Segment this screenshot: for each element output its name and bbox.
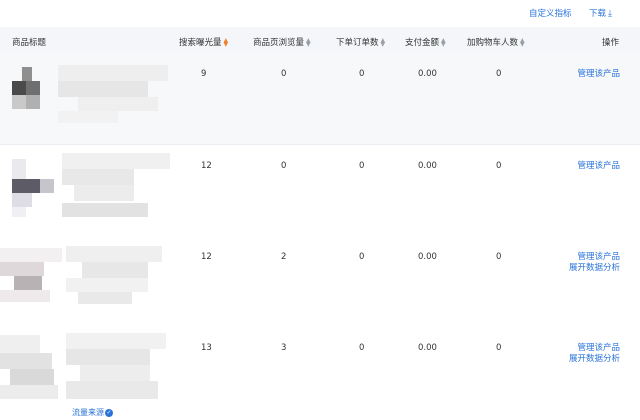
col-order-count[interactable]: 下单订单数 ▲ ▼	[336, 36, 385, 48]
col-label: 加购物车人数	[467, 38, 519, 48]
check-icon: ✓	[105, 408, 113, 417]
page-views-value: 2	[281, 252, 287, 262]
col-add-to-cart-users[interactable]: 加购物车人数 ▲ ▼	[467, 36, 525, 48]
col-label: 搜索曝光量	[179, 38, 222, 48]
payment-amount-value: 0.00	[418, 161, 437, 171]
traffic-source-label: 流量来源	[72, 408, 104, 417]
manage-product-link[interactable]: 管理该产品	[577, 161, 620, 172]
payment-amount-value: 0.00	[418, 252, 437, 262]
sort-icon[interactable]: ▲ ▼	[520, 37, 525, 47]
order-count-value: 0	[359, 69, 365, 79]
row-actions: 管理该产品	[577, 69, 620, 80]
search-exposure-value: 12	[201, 161, 212, 171]
order-count-value: 0	[359, 161, 365, 171]
product-title-blurred[interactable]	[62, 153, 170, 223]
product-title-blurred[interactable]	[66, 333, 166, 403]
search-exposure-value: 9	[201, 69, 207, 79]
payment-amount-value: 0.00	[418, 69, 437, 79]
col-actions: 操作	[602, 38, 620, 48]
expand-data-analysis-link[interactable]: 展开数据分析	[569, 263, 620, 274]
traffic-source-link[interactable]: 流量来源 ✓	[72, 407, 113, 418]
table-row: 9 0 0 0.00 0 管理该产品	[0, 53, 640, 145]
table-row: 12 0 0 0.00 0 管理该产品	[0, 145, 640, 237]
col-product-title: 商品标题	[12, 38, 47, 48]
toolbar: 自定义指标 下载 ⤓	[0, 0, 640, 22]
col-label: 支付金额	[405, 38, 440, 48]
row-actions: 管理该产品 展开数据分析	[569, 343, 620, 365]
col-product-page-views[interactable]: 商品页浏览量 ▲ ▼	[253, 36, 311, 48]
download-link[interactable]: 下载 ⤓	[589, 7, 612, 19]
product-thumbnail[interactable]	[0, 335, 60, 401]
col-label: 下单订单数	[336, 38, 379, 48]
sort-icon[interactable]: ▲ ▼	[224, 37, 229, 47]
order-count-value: 0	[359, 252, 365, 262]
product-thumbnail[interactable]	[12, 159, 58, 219]
manage-product-link[interactable]: 管理该产品	[569, 343, 620, 354]
row-actions: 管理该产品	[577, 161, 620, 172]
product-title-blurred[interactable]	[66, 246, 162, 306]
order-count-value: 0	[359, 343, 365, 353]
row-actions: 管理该产品 展开数据分析	[569, 252, 620, 274]
manage-product-link[interactable]: 管理该产品	[569, 252, 620, 263]
add-to-cart-value: 0	[496, 252, 502, 262]
custom-metrics-link[interactable]: 自定义指标	[529, 7, 572, 19]
download-label: 下载	[589, 9, 607, 19]
search-exposure-value: 13	[201, 343, 212, 353]
search-exposure-value: 12	[201, 252, 212, 262]
product-thumbnail[interactable]	[0, 248, 62, 304]
page-views-value: 0	[281, 69, 287, 79]
sort-icon[interactable]: ▲ ▼	[441, 37, 446, 47]
product-thumbnail[interactable]	[12, 67, 42, 111]
table-header: 商品标题 搜索曝光量 ▲ ▼ 商品页浏览量 ▲ ▼ 下单订单数 ▲ ▼ 支付金额 ▲ ▼ 加购物…	[0, 27, 640, 53]
table-row: 12 2 0 0.00 0 管理该产品 展开数据分析	[0, 236, 640, 328]
expand-data-analysis-link[interactable]: 展开数据分析	[569, 354, 620, 365]
add-to-cart-value: 0	[496, 69, 502, 79]
page-views-value: 0	[281, 161, 287, 171]
col-label: 商品页浏览量	[253, 38, 305, 48]
add-to-cart-value: 0	[496, 161, 502, 171]
sort-icon[interactable]: ▲ ▼	[381, 37, 386, 47]
download-icon: ⤓	[608, 9, 612, 19]
add-to-cart-value: 0	[496, 343, 502, 353]
col-search-exposure[interactable]: 搜索曝光量 ▲ ▼	[179, 36, 228, 48]
product-title-blurred[interactable]	[58, 65, 168, 125]
col-payment-amount[interactable]: 支付金额 ▲ ▼	[405, 36, 446, 48]
page-views-value: 3	[281, 343, 287, 353]
sort-icon[interactable]: ▲ ▼	[306, 37, 311, 47]
manage-product-link[interactable]: 管理该产品	[577, 69, 620, 80]
payment-amount-value: 0.00	[418, 343, 437, 353]
